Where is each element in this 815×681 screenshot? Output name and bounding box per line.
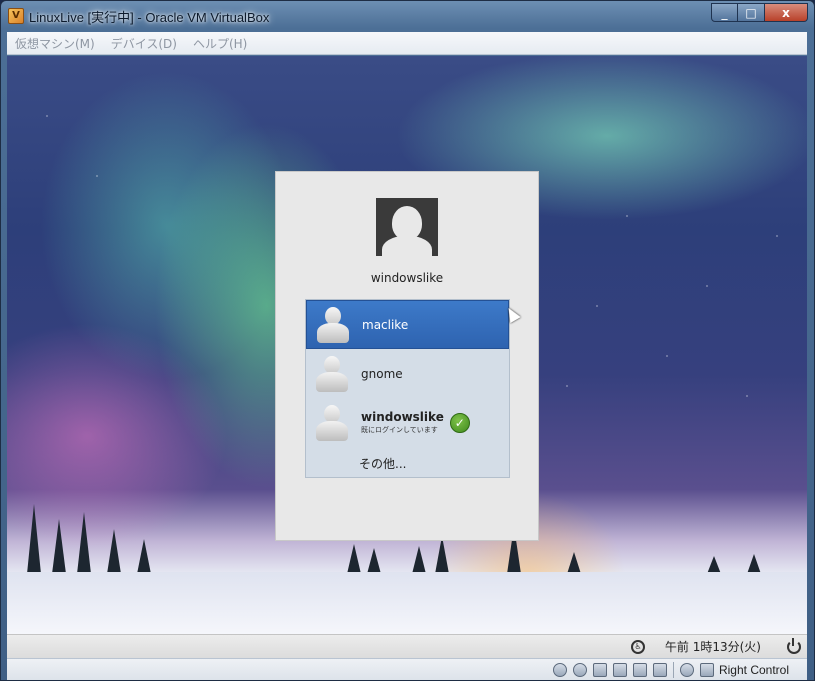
user-icon	[315, 403, 349, 443]
hard-disk-icon[interactable]	[552, 662, 567, 677]
user-row-windowslike[interactable]: windowslike 既にログインしています ✓	[306, 398, 509, 447]
maximize-button[interactable]: □	[738, 3, 765, 22]
menu-devices[interactable]: デバイス(D)	[103, 35, 185, 52]
logged-in-check-icon: ✓	[449, 412, 470, 433]
snow-ground	[7, 572, 807, 634]
status-separator	[672, 661, 674, 678]
user-name: windowslike	[361, 410, 444, 424]
user-list: maclike gnome windowslike 既にログインしています ✓ …	[305, 299, 510, 478]
vbox-status-bar: Right Control	[7, 658, 807, 680]
user-icon	[316, 305, 350, 345]
clock[interactable]: 午前 1時13分(火)	[665, 638, 761, 655]
menu-bar: 仮想マシン(M) デバイス(D) ヘルプ(H)	[7, 32, 807, 55]
display-icon[interactable]	[652, 662, 667, 677]
other-user-option[interactable]: その他...	[359, 455, 406, 472]
current-user-name: windowslike	[370, 271, 444, 285]
user-name: gnome	[361, 366, 403, 381]
minimize-button[interactable]: _	[711, 3, 738, 22]
login-dialog: windowslike maclike gnome windowslike 既に…	[275, 171, 539, 541]
menu-help[interactable]: ヘルプ(H)	[185, 35, 255, 52]
user-icon	[315, 354, 349, 394]
virtualbox-icon: V	[8, 8, 24, 24]
user-row-gnome[interactable]: gnome	[306, 349, 509, 398]
usb-icon[interactable]	[612, 662, 627, 677]
accessibility-icon[interactable]: ♿	[630, 639, 645, 654]
close-button[interactable]: x	[765, 3, 808, 22]
guest-bottom-panel: ♿ 午前 1時13分(火)	[7, 634, 807, 658]
user-row-maclike[interactable]: maclike	[306, 300, 509, 349]
power-icon[interactable]	[787, 637, 801, 654]
host-key-label: Right Control	[718, 662, 789, 677]
guest-screen[interactable]: windowslike maclike gnome windowslike 既に…	[7, 56, 807, 634]
shared-folders-icon[interactable]	[632, 662, 647, 677]
optical-drive-icon[interactable]	[572, 662, 587, 677]
mouse-integration-icon[interactable]	[699, 662, 714, 677]
user-name: maclike	[362, 317, 409, 332]
title-bar[interactable]: V LinuxLive [実行中] - Oracle VM VirtualBox…	[1, 1, 814, 31]
virtualbox-window: V LinuxLive [実行中] - Oracle VM VirtualBox…	[0, 0, 815, 681]
window-controls: _ □ x	[711, 3, 808, 22]
user-avatar-icon	[376, 198, 438, 256]
network-icon[interactable]	[592, 662, 607, 677]
window-title: LinuxLive [実行中] - Oracle VM VirtualBox	[29, 9, 270, 25]
logged-in-status: 既にログインしています	[361, 426, 438, 434]
menu-machine[interactable]: 仮想マシン(M)	[7, 35, 103, 52]
virtualization-icon[interactable]	[679, 662, 694, 677]
